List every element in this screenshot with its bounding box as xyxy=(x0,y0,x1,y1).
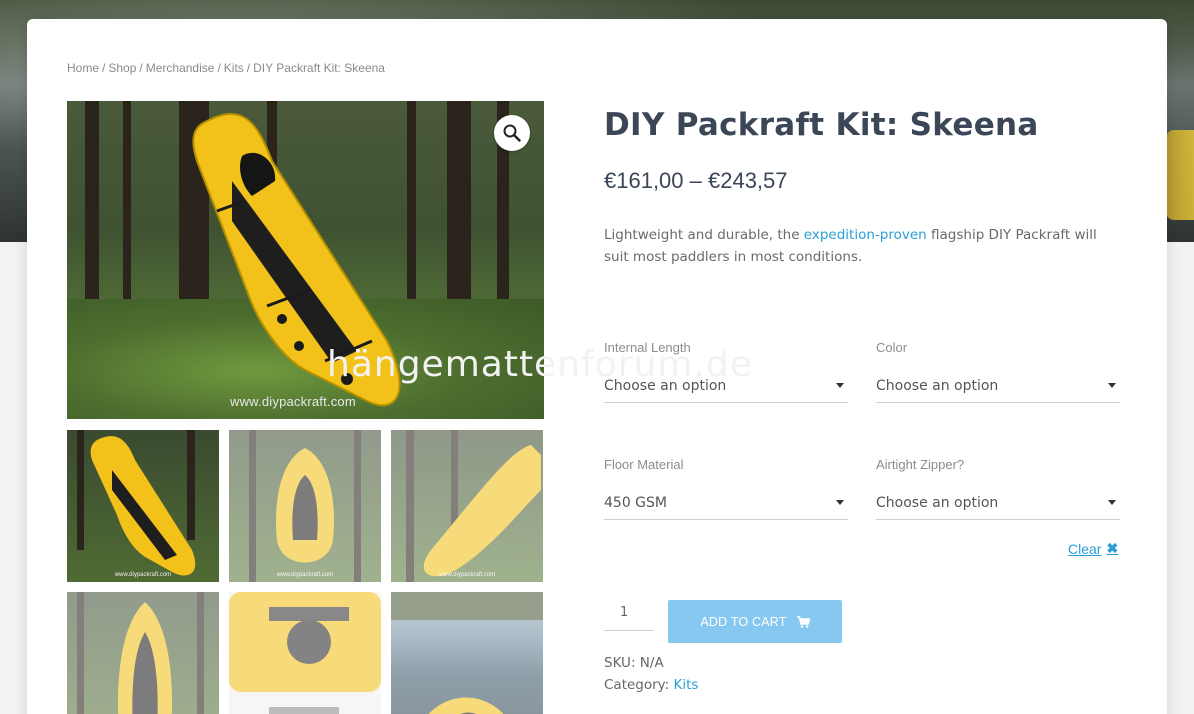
internal-length-value: Choose an option xyxy=(604,377,727,394)
airtight-zipper-select[interactable]: Choose an option xyxy=(876,486,1120,520)
airtight-zipper-label: Airtight Zipper? xyxy=(876,457,965,472)
color-label: Color xyxy=(876,340,908,355)
floor-material-label: Floor Material xyxy=(604,457,684,472)
floor-material-select[interactable]: 450 GSM xyxy=(604,486,848,520)
quantity-input[interactable]: 1 xyxy=(604,599,654,631)
breadcrumb-kits[interactable]: Kits xyxy=(224,61,244,75)
color-value: Choose an option xyxy=(876,377,999,394)
product-title: DIY Packraft Kit: Skeena xyxy=(604,107,1039,143)
category-row: Category: Kits xyxy=(604,677,698,693)
breadcrumb-separator: / xyxy=(139,61,143,75)
internal-length-select[interactable]: Choose an option xyxy=(604,369,848,403)
breadcrumb: Home / Shop / Merchandise / Kits / DIY Packraft … xyxy=(67,61,385,75)
breadcrumb-shop[interactable]: Shop xyxy=(108,61,136,75)
expedition-proven-link[interactable]: expedition-proven xyxy=(804,227,927,243)
magnifier-icon xyxy=(503,124,521,142)
category-link-kits[interactable]: Kits xyxy=(674,677,699,693)
breadcrumb-separator: / xyxy=(102,61,106,75)
gallery-thumbnail[interactable] xyxy=(229,592,381,714)
thumbnail-raft-image xyxy=(77,592,204,714)
image-watermark: www.diypackraft.com xyxy=(230,394,356,409)
thumbnail-valve-image xyxy=(229,592,381,714)
chevron-down-icon xyxy=(836,500,844,505)
sku-label: SKU: xyxy=(604,655,636,671)
thumbnail-raft-image xyxy=(406,430,541,582)
breadcrumb-separator: / xyxy=(246,61,251,75)
thumbnail-watermark: www.diypackraft.com xyxy=(276,572,334,578)
chevron-down-icon xyxy=(1108,500,1116,505)
thumbnail-water-image xyxy=(391,592,543,714)
gallery-thumbnail[interactable]: www.diypackraft.com xyxy=(67,430,219,582)
thumbnail-raft-image xyxy=(249,430,361,582)
gallery-thumbnail[interactable] xyxy=(391,592,543,714)
airtight-zipper-value: Choose an option xyxy=(876,494,999,511)
gallery-thumbnail[interactable] xyxy=(67,592,219,714)
gallery-thumbnail[interactable]: www.diypackraft.com xyxy=(391,430,543,582)
internal-length-label: Internal Length xyxy=(604,340,691,355)
sku-value: N/A xyxy=(639,655,664,671)
chevron-down-icon xyxy=(1108,383,1116,388)
thumbnail-raft-image xyxy=(77,430,196,576)
zoom-button[interactable] xyxy=(494,115,530,151)
cart-icon xyxy=(796,615,810,628)
close-icon: ✖ xyxy=(1106,540,1119,556)
breadcrumb-separator: / xyxy=(217,61,221,75)
sku-row: SKU: N/A xyxy=(604,655,664,671)
add-to-cart-button[interactable]: ADD TO CART xyxy=(668,600,842,643)
breadcrumb-current: DIY Packraft Kit: Skeena xyxy=(253,61,385,75)
product-card: Home / Shop / Merchandise / Kits / DIY Packraft … xyxy=(27,19,1167,714)
clear-label: Clear xyxy=(1068,540,1102,557)
thumbnail-watermark: www.diypackraft.com xyxy=(114,572,172,578)
product-description: Lightweight and durable, the expedition-… xyxy=(604,224,1124,268)
chevron-down-icon xyxy=(836,383,844,388)
category-label: Category: xyxy=(604,677,670,693)
hero-raft-edge xyxy=(1166,130,1194,220)
color-select[interactable]: Choose an option xyxy=(876,369,1120,403)
gallery-thumbnail[interactable]: www.diypackraft.com xyxy=(229,430,381,582)
description-text: Lightweight and durable, the xyxy=(604,227,804,243)
floor-material-value: 450 GSM xyxy=(604,494,667,511)
product-price: €161,00 – €243,57 xyxy=(604,168,788,193)
breadcrumb-home[interactable]: Home xyxy=(67,61,99,75)
breadcrumb-merchandise[interactable]: Merchandise xyxy=(146,61,215,75)
thumbnail-watermark: www.diypackraft.com xyxy=(438,572,496,578)
add-to-cart-label: ADD TO CART xyxy=(700,614,787,629)
clear-options-link[interactable]: Clear ✖ xyxy=(1068,540,1118,557)
